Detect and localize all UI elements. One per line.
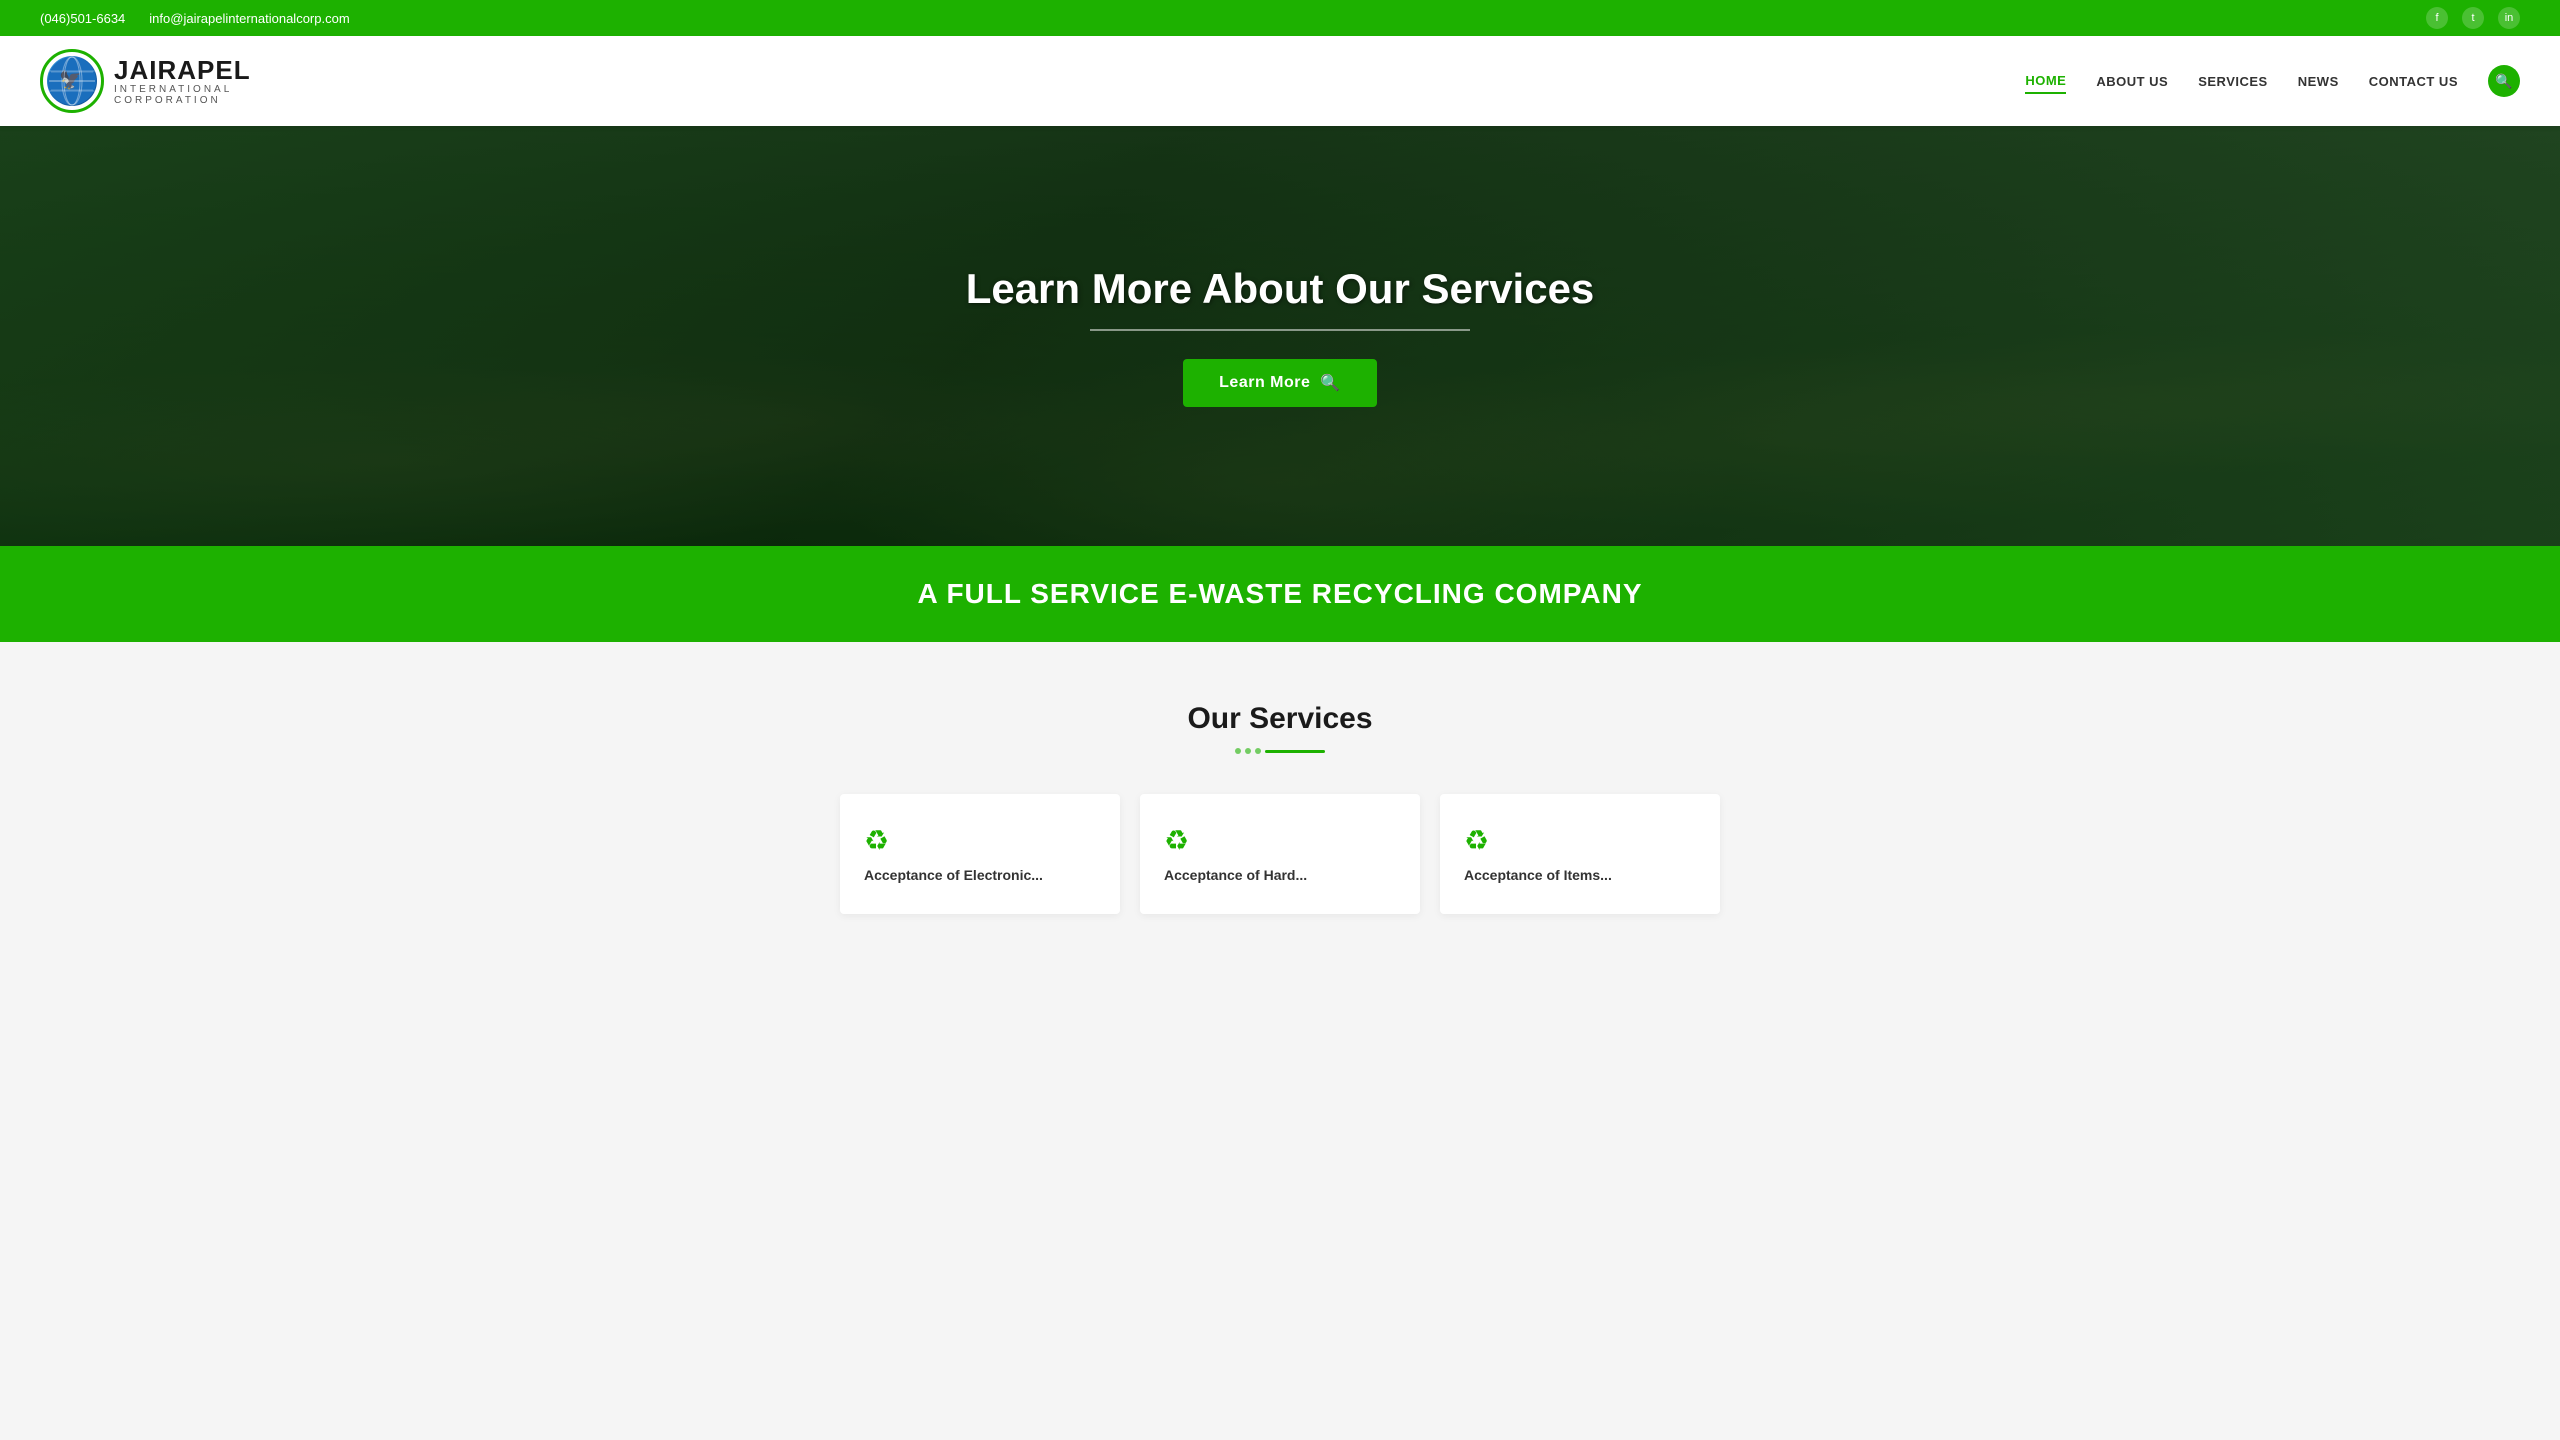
logo-text: JAIRAPEL INTERNATIONAL CORPORATION: [114, 56, 251, 107]
phone-number: (046)501-6634: [40, 11, 125, 26]
services-section: Our Services ♻ Acceptance of Electronic.…: [0, 642, 2560, 954]
navbar: 🦅 JAIRAPEL INTERNATIONAL CORPORATION HOM…: [0, 36, 2560, 126]
facebook-icon[interactable]: f: [2426, 7, 2448, 29]
brand-sub1: INTERNATIONAL: [114, 84, 251, 95]
underline-line: [1265, 750, 1325, 753]
service-label-2: Acceptance of Hard...: [1164, 867, 1396, 883]
underline-dot-3: [1255, 748, 1261, 754]
service-label-1: Acceptance of Electronic...: [864, 867, 1096, 883]
service-icon-3: ♻: [1464, 824, 1696, 857]
twitter-icon[interactable]: t: [2462, 7, 2484, 29]
learn-more-button[interactable]: Learn More 🔍: [1183, 359, 1377, 407]
green-band-text: A FULL SERVICE E-WASTE RECYCLING COMPANY: [0, 578, 2560, 610]
learn-more-icon: 🔍: [1320, 373, 1340, 393]
underline-dot-2: [1245, 748, 1251, 754]
search-icon: 🔍: [2495, 73, 2512, 90]
nav-home[interactable]: HOME: [2025, 69, 2066, 94]
hero-section: Learn More About Our Services Learn More…: [0, 126, 2560, 546]
nav-contact[interactable]: CONTACT US: [2369, 70, 2458, 93]
services-underline: [40, 748, 2520, 754]
search-button[interactable]: 🔍: [2488, 65, 2520, 97]
nav-services[interactable]: SERVICES: [2198, 70, 2268, 93]
linkedin-icon[interactable]: in: [2498, 7, 2520, 29]
brand-sub2: CORPORATION: [114, 95, 251, 106]
hero-divider: [1090, 329, 1470, 331]
logo[interactable]: 🦅 JAIRAPEL INTERNATIONAL CORPORATION: [40, 49, 251, 113]
email-address: info@jairapelinternationalcorp.com: [149, 11, 349, 26]
brand-name: JAIRAPEL: [114, 56, 251, 85]
service-card-3: ♻ Acceptance of Items...: [1440, 794, 1720, 914]
globe-svg: 🦅: [47, 56, 97, 106]
hero-title: Learn More About Our Services: [966, 265, 1595, 313]
social-links: f t in: [2426, 7, 2520, 29]
service-card-1: ♻ Acceptance of Electronic...: [840, 794, 1120, 914]
top-bar: (046)501-6634 info@jairapelinternational…: [0, 0, 2560, 36]
service-label-3: Acceptance of Items...: [1464, 867, 1696, 883]
services-title: Our Services: [40, 702, 2520, 736]
logo-circle: 🦅: [40, 49, 104, 113]
underline-dot-1: [1235, 748, 1241, 754]
service-card-2: ♻ Acceptance of Hard...: [1140, 794, 1420, 914]
service-icon-2: ♻: [1164, 824, 1396, 857]
service-icon-1: ♻: [864, 824, 1096, 857]
green-band: A FULL SERVICE E-WASTE RECYCLING COMPANY: [0, 546, 2560, 642]
contact-info: (046)501-6634 info@jairapelinternational…: [40, 11, 350, 26]
nav-news[interactable]: NEWS: [2298, 70, 2339, 93]
learn-more-label: Learn More: [1219, 374, 1310, 392]
svg-text:🦅: 🦅: [59, 69, 81, 90]
logo-globe-icon: 🦅: [47, 56, 97, 106]
services-cards: ♻ Acceptance of Electronic... ♻ Acceptan…: [40, 794, 2520, 914]
nav-links: HOME ABOUT US SERVICES NEWS CONTACT US 🔍: [2025, 65, 2520, 97]
nav-about[interactable]: ABOUT US: [2096, 70, 2168, 93]
hero-content: Learn More About Our Services Learn More…: [966, 265, 1595, 407]
